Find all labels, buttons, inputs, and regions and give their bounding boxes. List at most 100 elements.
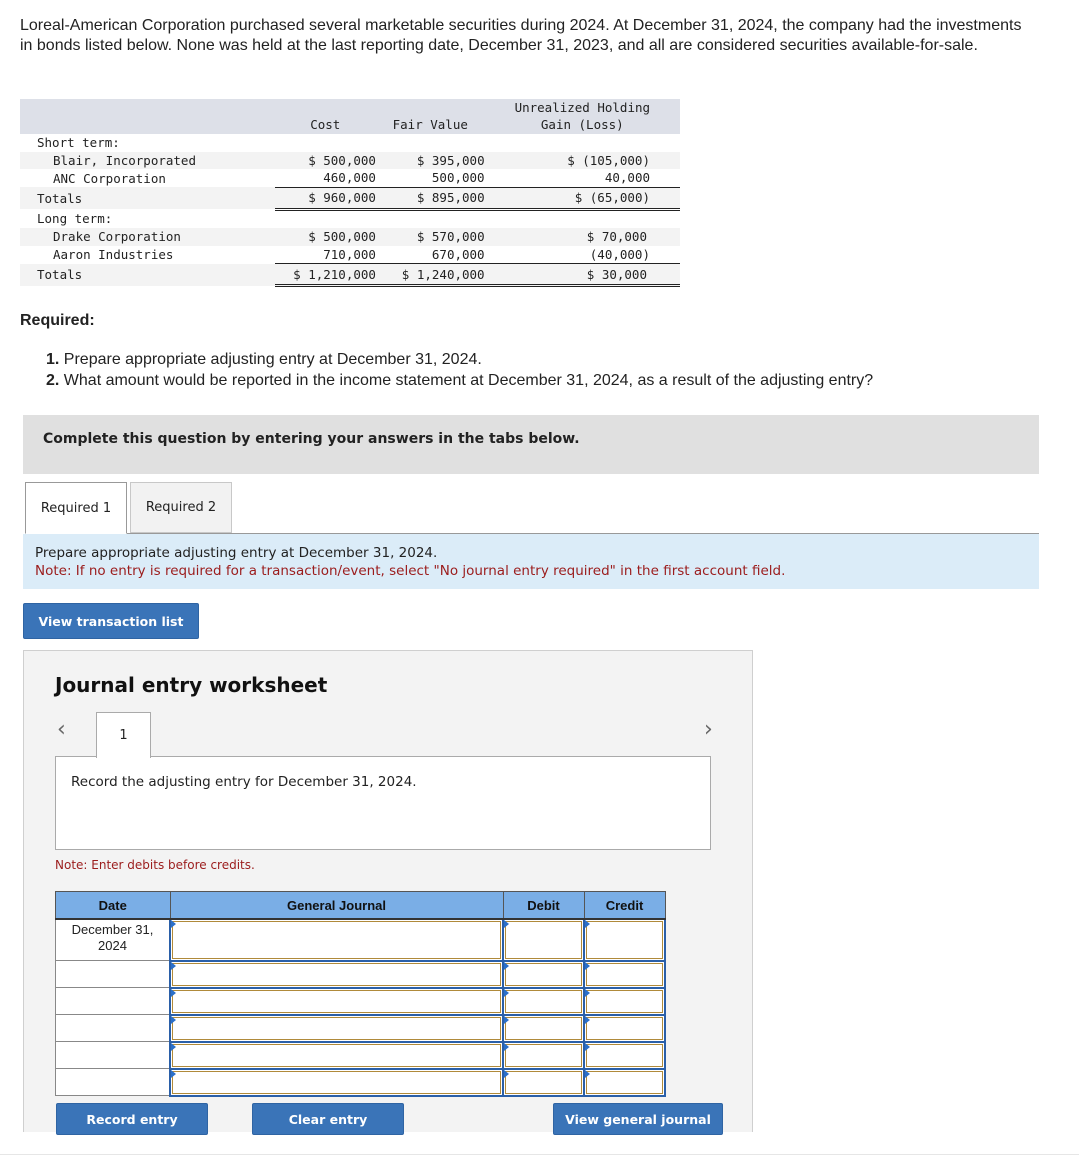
account-input[interactable] bbox=[169, 1040, 504, 1070]
section-label: Long term: bbox=[37, 211, 113, 226]
fair-value: 500,000 bbox=[375, 169, 485, 188]
journal-entry-worksheet: Journal entry worksheet ‹ 1 › Record the… bbox=[23, 650, 753, 1135]
instruction-text: Prepare appropriate adjusting entry at D… bbox=[35, 545, 438, 561]
debit-input[interactable] bbox=[502, 959, 585, 989]
section-label: Short term: bbox=[37, 135, 120, 151]
view-transaction-list-button[interactable]: View transaction list bbox=[23, 603, 199, 639]
total-cost: $ 960,000 bbox=[274, 187, 376, 211]
debit-input[interactable] bbox=[502, 1040, 585, 1070]
view-general-journal-button[interactable]: View general journal bbox=[553, 1103, 723, 1135]
total-fair-value: $ 895,000 bbox=[375, 187, 485, 211]
section-long-term: Long term: bbox=[20, 209, 680, 228]
account-input[interactable] bbox=[169, 918, 504, 962]
tab-required-1[interactable]: Required 1 bbox=[25, 482, 127, 534]
total-fair-value: $ 1,240,000 bbox=[375, 263, 485, 287]
credit-input[interactable] bbox=[583, 1067, 666, 1097]
entry-prompt-box: Record the adjusting entry for December … bbox=[55, 756, 711, 850]
credit-input[interactable] bbox=[583, 1040, 666, 1070]
tab-required-2[interactable]: Required 2 bbox=[130, 482, 232, 533]
header-fair-value: Fair Value bbox=[375, 99, 485, 134]
security-name: Aaron Industries bbox=[53, 247, 174, 262]
entry-date bbox=[55, 1068, 171, 1096]
dropdown-flag-icon bbox=[504, 1069, 509, 1078]
security-name: Drake Corporation bbox=[20, 228, 275, 246]
journal-row bbox=[55, 1013, 666, 1043]
totals-row: Totals $ 960,000 $ 895,000 $ (65,000) bbox=[20, 187, 680, 211]
table-row: ANC Corporation 460,000 500,000 40,000 bbox=[20, 169, 680, 188]
debit-input[interactable] bbox=[502, 1067, 585, 1097]
table-row: Aaron Industries 710,000 670,000 (40,000… bbox=[20, 245, 680, 264]
fair-value: $ 570,000 bbox=[375, 228, 485, 246]
instructions-banner: Complete this question by entering your … bbox=[23, 415, 1039, 474]
general-journal-table: Date General Journal Debit Credit Decemb… bbox=[55, 891, 666, 1097]
dropdown-flag-icon bbox=[504, 1042, 509, 1051]
worksheet-title: Journal entry worksheet bbox=[55, 673, 328, 697]
journal-row bbox=[55, 959, 666, 989]
chevron-right-icon[interactable]: › bbox=[704, 717, 713, 742]
gain-value: (40,000) bbox=[484, 245, 680, 264]
dropdown-flag-icon bbox=[504, 1015, 509, 1024]
credit-input[interactable] bbox=[583, 1013, 666, 1043]
debits-note: Note: Enter debits before credits. bbox=[55, 858, 255, 872]
credit-input[interactable] bbox=[583, 959, 666, 989]
account-input[interactable] bbox=[169, 959, 504, 989]
entry-date bbox=[55, 1014, 171, 1042]
entry-date bbox=[55, 987, 171, 1015]
dropdown-flag-icon bbox=[171, 1015, 176, 1024]
credit-input[interactable] bbox=[583, 918, 666, 962]
journal-header-row: Date General Journal Debit Credit bbox=[55, 891, 666, 920]
account-input[interactable] bbox=[169, 986, 504, 1016]
securities-header-row: Cost Fair Value Unrealized Holding Gain (… bbox=[20, 99, 680, 134]
dropdown-flag-icon bbox=[171, 920, 176, 928]
security-name: Blair, Incorporated bbox=[20, 151, 275, 169]
dropdown-flag-icon bbox=[585, 920, 590, 928]
record-entry-button[interactable]: Record entry bbox=[56, 1103, 208, 1135]
cost-value: $ 500,000 bbox=[274, 228, 376, 246]
tab-instructions: Prepare appropriate adjusting entry at D… bbox=[23, 534, 1039, 589]
entry-tab-1[interactable]: 1 bbox=[96, 712, 151, 758]
header-unrealized-gain: Unrealized Holding Gain (Loss) bbox=[484, 99, 680, 134]
clear-entry-button[interactable]: Clear entry bbox=[252, 1103, 404, 1135]
cost-value: 710,000 bbox=[274, 245, 376, 264]
dropdown-flag-icon bbox=[585, 1015, 590, 1024]
totals-label: Totals bbox=[20, 263, 275, 286]
instruction-note: Note: If no entry is required for a tran… bbox=[35, 563, 786, 579]
dropdown-flag-icon bbox=[171, 1042, 176, 1051]
cost-value: 460,000 bbox=[274, 169, 376, 188]
dropdown-flag-icon bbox=[171, 988, 176, 997]
page-divider bbox=[0, 1154, 1079, 1155]
total-gain: $ 30,000 bbox=[484, 263, 680, 287]
problem-intro: Loreal-American Corporation purchased se… bbox=[20, 17, 1022, 54]
fair-value: 670,000 bbox=[375, 245, 485, 264]
required-item: 1. Prepare appropriate adjusting entry a… bbox=[46, 351, 482, 368]
security-name: ANC Corporation bbox=[53, 170, 166, 186]
dropdown-flag-icon bbox=[585, 988, 590, 997]
journal-row bbox=[55, 1067, 666, 1097]
debit-input[interactable] bbox=[502, 918, 585, 962]
dropdown-flag-icon bbox=[585, 1042, 590, 1051]
header-credit: Credit bbox=[583, 891, 666, 920]
header-general-journal: General Journal bbox=[169, 891, 504, 920]
header-cost: Cost bbox=[274, 99, 376, 134]
cost-value: $ 500,000 bbox=[274, 151, 376, 169]
header-debit: Debit bbox=[502, 891, 585, 920]
account-input[interactable] bbox=[169, 1013, 504, 1043]
dropdown-flag-icon bbox=[585, 961, 590, 970]
account-input[interactable] bbox=[169, 1067, 504, 1097]
entry-date: December 31, 2024 bbox=[55, 918, 171, 961]
fair-value: $ 395,000 bbox=[375, 151, 485, 169]
dropdown-flag-icon bbox=[504, 988, 509, 997]
dropdown-flag-icon bbox=[171, 961, 176, 970]
debit-input[interactable] bbox=[502, 986, 585, 1016]
required-heading: Required: bbox=[20, 312, 95, 329]
required-list: 1. Prepare appropriate adjusting entry a… bbox=[46, 349, 873, 391]
debit-input[interactable] bbox=[502, 1013, 585, 1043]
section-short-term: Short term: bbox=[20, 134, 680, 152]
entry-date bbox=[55, 1041, 171, 1069]
chevron-left-icon[interactable]: ‹ bbox=[57, 717, 66, 742]
banner-text: Complete this question by entering your … bbox=[43, 431, 580, 447]
credit-input[interactable] bbox=[583, 986, 666, 1016]
entry-date bbox=[55, 960, 171, 988]
journal-row bbox=[55, 986, 666, 1016]
gain-value: $ 70,000 bbox=[484, 228, 680, 246]
